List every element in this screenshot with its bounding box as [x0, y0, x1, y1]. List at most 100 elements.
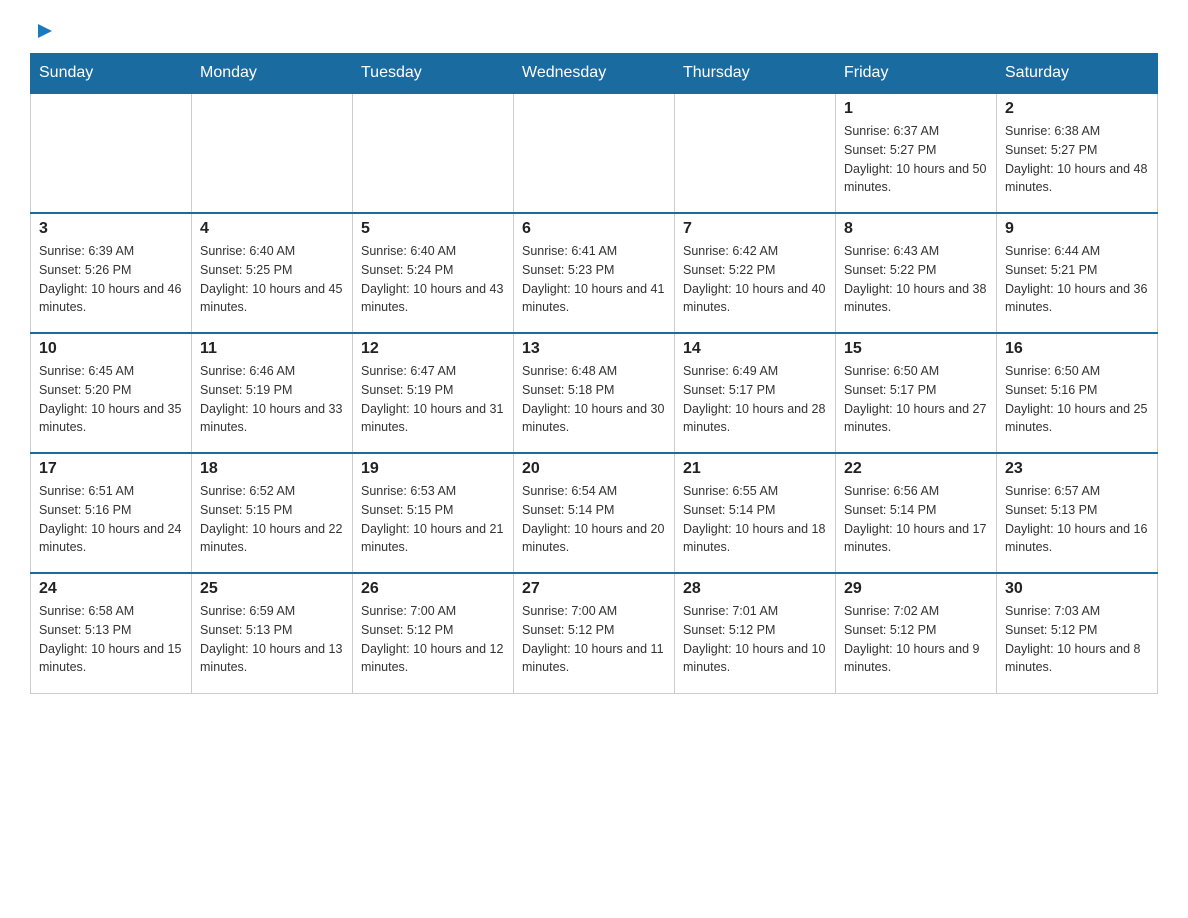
day-info: Sunrise: 6:38 AMSunset: 5:27 PMDaylight:… — [1005, 122, 1149, 197]
day-info: Sunrise: 6:46 AMSunset: 5:19 PMDaylight:… — [200, 362, 344, 437]
calendar-cell: 19 Sunrise: 6:53 AMSunset: 5:15 PMDayligh… — [353, 453, 514, 573]
calendar-cell: 10Sunrise: 6:45 AMSunset: 5:20 PMDayligh… — [31, 333, 192, 453]
day-info: Sunrise: 6:44 AMSunset: 5:21 PMDaylight:… — [1005, 242, 1149, 317]
calendar-cell: 18 Sunrise: 6:52 AMSunset: 5:15 PMDayligh… — [192, 453, 353, 573]
day-number: 21 — [683, 460, 827, 478]
day-number: 6 — [522, 220, 666, 238]
calendar-cell: 1Sunrise: 6:37 AMSunset: 5:27 PMDaylight… — [836, 93, 997, 213]
weekday-header-friday: Friday — [836, 54, 997, 94]
calendar-cell: 12 Sunrise: 6:47 AMSunset: 5:19 PMDayligh… — [353, 333, 514, 453]
calendar-cell — [353, 93, 514, 213]
day-info: Sunrise: 6:52 AMSunset: 5:15 PMDaylight:… — [200, 482, 344, 557]
week-row-1: 1Sunrise: 6:37 AMSunset: 5:27 PMDaylight… — [31, 93, 1158, 213]
day-info: Sunrise: 6:39 AMSunset: 5:26 PMDaylight:… — [39, 242, 183, 317]
calendar-cell: 30 Sunrise: 7:03 AMSunset: 5:12 PMDayligh… — [997, 573, 1158, 693]
day-number: 28 — [683, 580, 827, 598]
day-info: Sunrise: 7:00 AMSunset: 5:12 PMDaylight:… — [361, 602, 505, 677]
calendar-cell: 4 Sunrise: 6:40 AMSunset: 5:25 PMDaylight… — [192, 213, 353, 333]
day-info: Sunrise: 6:40 AMSunset: 5:25 PMDaylight:… — [200, 242, 344, 317]
calendar-cell: 22 Sunrise: 6:56 AMSunset: 5:14 PMDayligh… — [836, 453, 997, 573]
day-info: Sunrise: 6:37 AMSunset: 5:27 PMDaylight:… — [844, 122, 988, 197]
day-number: 11 — [200, 340, 344, 358]
day-info: Sunrise: 6:58 AMSunset: 5:13 PMDaylight:… — [39, 602, 183, 677]
week-row-3: 10Sunrise: 6:45 AMSunset: 5:20 PMDayligh… — [31, 333, 1158, 453]
day-info: Sunrise: 7:00 AMSunset: 5:12 PMDaylight:… — [522, 602, 666, 677]
day-info: Sunrise: 6:51 AMSunset: 5:16 PMDaylight:… — [39, 482, 183, 557]
day-number: 26 — [361, 580, 505, 598]
day-number: 13 — [522, 340, 666, 358]
day-number: 16 — [1005, 340, 1149, 358]
calendar-cell: 27 Sunrise: 7:00 AMSunset: 5:12 PMDayligh… — [514, 573, 675, 693]
calendar-cell: 26 Sunrise: 7:00 AMSunset: 5:12 PMDayligh… — [353, 573, 514, 693]
page-header — [30, 20, 1158, 43]
day-number: 27 — [522, 580, 666, 598]
calendar-cell: 13 Sunrise: 6:48 AMSunset: 5:18 PMDayligh… — [514, 333, 675, 453]
calendar-cell: 8Sunrise: 6:43 AMSunset: 5:22 PMDaylight… — [836, 213, 997, 333]
day-number: 30 — [1005, 580, 1149, 598]
calendar-cell: 24 Sunrise: 6:58 AMSunset: 5:13 PMDayligh… — [31, 573, 192, 693]
day-number: 7 — [683, 220, 827, 238]
day-number: 25 — [200, 580, 344, 598]
day-info: Sunrise: 6:53 AMSunset: 5:15 PMDaylight:… — [361, 482, 505, 557]
weekday-header-row: SundayMondayTuesdayWednesdayThursdayFrid… — [31, 54, 1158, 94]
day-number: 15 — [844, 340, 988, 358]
logo — [30, 20, 54, 43]
logo-arrow-icon — [32, 20, 54, 47]
day-number: 2 — [1005, 100, 1149, 118]
calendar-cell — [675, 93, 836, 213]
week-row-4: 17 Sunrise: 6:51 AMSunset: 5:16 PMDayligh… — [31, 453, 1158, 573]
day-number: 9 — [1005, 220, 1149, 238]
day-number: 4 — [200, 220, 344, 238]
day-number: 20 — [522, 460, 666, 478]
weekday-header-thursday: Thursday — [675, 54, 836, 94]
day-info: Sunrise: 7:01 AMSunset: 5:12 PMDaylight:… — [683, 602, 827, 677]
calendar-cell: 17 Sunrise: 6:51 AMSunset: 5:16 PMDayligh… — [31, 453, 192, 573]
weekday-header-wednesday: Wednesday — [514, 54, 675, 94]
calendar-cell: 6 Sunrise: 6:41 AMSunset: 5:23 PMDaylight… — [514, 213, 675, 333]
calendar-cell: 16 Sunrise: 6:50 AMSunset: 5:16 PMDayligh… — [997, 333, 1158, 453]
calendar-cell: 23 Sunrise: 6:57 AMSunset: 5:13 PMDayligh… — [997, 453, 1158, 573]
day-info: Sunrise: 6:41 AMSunset: 5:23 PMDaylight:… — [522, 242, 666, 317]
day-number: 24 — [39, 580, 183, 598]
calendar-cell: 28 Sunrise: 7:01 AMSunset: 5:12 PMDayligh… — [675, 573, 836, 693]
day-number: 3 — [39, 220, 183, 238]
day-info: Sunrise: 6:49 AMSunset: 5:17 PMDaylight:… — [683, 362, 827, 437]
calendar-cell: 20 Sunrise: 6:54 AMSunset: 5:14 PMDayligh… — [514, 453, 675, 573]
calendar-cell: 7 Sunrise: 6:42 AMSunset: 5:22 PMDaylight… — [675, 213, 836, 333]
day-info: Sunrise: 6:50 AMSunset: 5:16 PMDaylight:… — [1005, 362, 1149, 437]
day-info: Sunrise: 6:43 AMSunset: 5:22 PMDaylight:… — [844, 242, 988, 317]
calendar-cell: 21Sunrise: 6:55 AMSunset: 5:14 PMDayligh… — [675, 453, 836, 573]
calendar-cell — [31, 93, 192, 213]
day-number: 14 — [683, 340, 827, 358]
calendar-cell: 25 Sunrise: 6:59 AMSunset: 5:13 PMDayligh… — [192, 573, 353, 693]
weekday-header-tuesday: Tuesday — [353, 54, 514, 94]
calendar-cell: 3 Sunrise: 6:39 AMSunset: 5:26 PMDaylight… — [31, 213, 192, 333]
day-info: Sunrise: 6:48 AMSunset: 5:18 PMDaylight:… — [522, 362, 666, 437]
day-info: Sunrise: 6:47 AMSunset: 5:19 PMDaylight:… — [361, 362, 505, 437]
calendar-cell: 14 Sunrise: 6:49 AMSunset: 5:17 PMDayligh… — [675, 333, 836, 453]
day-info: Sunrise: 6:42 AMSunset: 5:22 PMDaylight:… — [683, 242, 827, 317]
week-row-2: 3 Sunrise: 6:39 AMSunset: 5:26 PMDaylight… — [31, 213, 1158, 333]
calendar-cell: 5 Sunrise: 6:40 AMSunset: 5:24 PMDaylight… — [353, 213, 514, 333]
day-info: Sunrise: 6:40 AMSunset: 5:24 PMDaylight:… — [361, 242, 505, 317]
day-number: 5 — [361, 220, 505, 238]
weekday-header-monday: Monday — [192, 54, 353, 94]
day-number: 18 — [200, 460, 344, 478]
day-info: Sunrise: 6:57 AMSunset: 5:13 PMDaylight:… — [1005, 482, 1149, 557]
day-info: Sunrise: 6:45 AMSunset: 5:20 PMDaylight:… — [39, 362, 183, 437]
calendar-cell: 15Sunrise: 6:50 AMSunset: 5:17 PMDayligh… — [836, 333, 997, 453]
week-row-5: 24 Sunrise: 6:58 AMSunset: 5:13 PMDayligh… — [31, 573, 1158, 693]
day-info: Sunrise: 6:59 AMSunset: 5:13 PMDaylight:… — [200, 602, 344, 677]
day-info: Sunrise: 7:03 AMSunset: 5:12 PMDaylight:… — [1005, 602, 1149, 677]
calendar-table: SundayMondayTuesdayWednesdayThursdayFrid… — [30, 53, 1158, 694]
day-info: Sunrise: 6:54 AMSunset: 5:14 PMDaylight:… — [522, 482, 666, 557]
day-number: 19 — [361, 460, 505, 478]
day-number: 22 — [844, 460, 988, 478]
day-number: 23 — [1005, 460, 1149, 478]
calendar-cell — [514, 93, 675, 213]
day-number: 17 — [39, 460, 183, 478]
day-info: Sunrise: 6:56 AMSunset: 5:14 PMDaylight:… — [844, 482, 988, 557]
day-number: 12 — [361, 340, 505, 358]
calendar-cell — [192, 93, 353, 213]
weekday-header-saturday: Saturday — [997, 54, 1158, 94]
